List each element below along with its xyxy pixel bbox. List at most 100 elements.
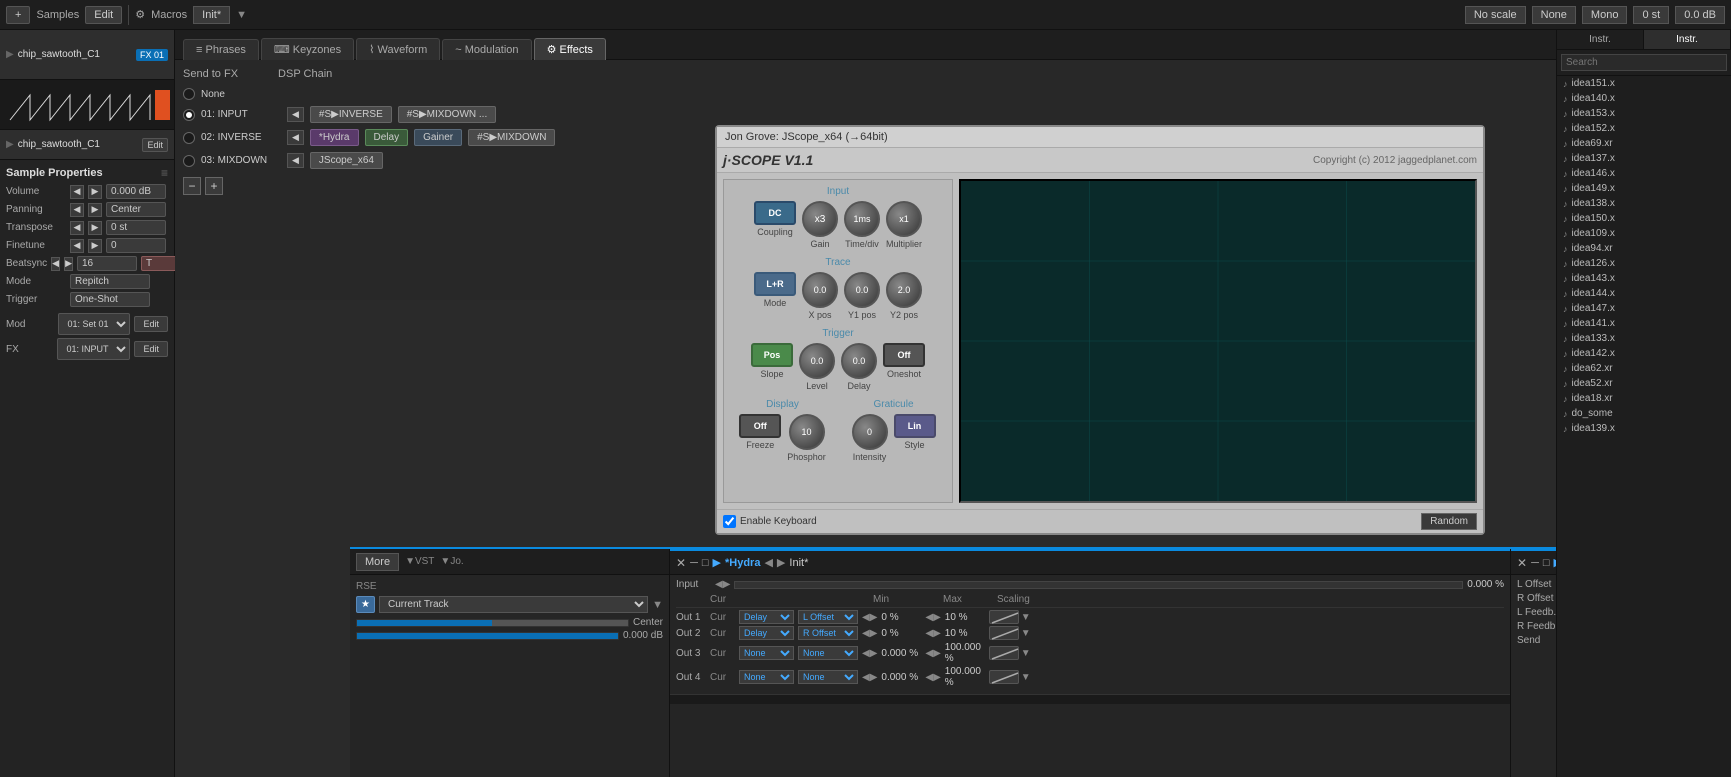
level-knob[interactable]: 0.0 <box>799 343 835 379</box>
target-select[interactable]: L Offset <box>798 610 858 624</box>
file-list-item[interactable]: ♪idea69.xr <box>1557 136 1731 151</box>
edit-btn[interactable]: Edit <box>85 6 122 24</box>
panning-value[interactable]: Center <box>106 202 166 217</box>
track-item[interactable]: ▶ chip_sawtooth_C1 FX 01 <box>0 30 174 80</box>
arr[interactable]: ◀▶ <box>862 612 877 623</box>
mod-select[interactable]: None <box>739 646 794 660</box>
radio-input[interactable] <box>183 109 195 121</box>
intensity-knob[interactable]: 0 <box>852 414 888 450</box>
pan-down-btn[interactable]: ◀ <box>70 203 84 217</box>
mod-edit-btn[interactable]: Edit <box>134 316 168 332</box>
hydra-close-btn[interactable]: ✕ <box>676 556 686 570</box>
inverse-tag-1[interactable]: #S▶INVERSE <box>310 106 392 123</box>
route-mixdown-arrow[interactable]: ◀ <box>287 153 304 168</box>
pan-up-btn[interactable]: ▶ <box>88 203 102 217</box>
finetune-down-btn[interactable]: ◀ <box>70 239 84 253</box>
mixdown-tag-1[interactable]: #S▶MIXDOWN ... <box>398 106 496 123</box>
enable-keyboard-input[interactable] <box>723 515 736 528</box>
volume-down-btn[interactable]: ◀ <box>70 185 84 199</box>
route-inverse-arrow[interactable]: ◀ <box>287 130 304 145</box>
tab-effects[interactable]: ⚙ Effects <box>534 38 606 60</box>
file-list-item[interactable]: ♪idea144.x <box>1557 286 1731 301</box>
file-list-item[interactable]: ♪do_some <box>1557 406 1731 421</box>
mod-select[interactable]: Delay <box>739 610 794 624</box>
route-input-arrow[interactable]: ◀ <box>287 107 304 122</box>
coupling-btn[interactable]: DC <box>754 201 796 225</box>
xpos-knob[interactable]: 0.0 <box>802 272 838 308</box>
file-list-item[interactable]: ♪idea94.xr <box>1557 241 1731 256</box>
gain-knob[interactable]: x3 <box>802 201 838 237</box>
hydra-plugin-btn[interactable]: *Hydra <box>310 129 359 146</box>
hydra-input-arrows[interactable]: ◀▶ <box>715 579 730 590</box>
mod-select[interactable]: Delay <box>739 626 794 640</box>
file-list-item[interactable]: ♪idea109.x <box>1557 226 1731 241</box>
gainer-plugin-btn[interactable]: Gainer <box>414 129 462 146</box>
volume-up-btn[interactable]: ▶ <box>88 185 102 199</box>
style-btn[interactable]: Lin <box>894 414 936 438</box>
hydra-nav-right[interactable]: ▶ <box>777 556 785 569</box>
file-list-item[interactable]: ♪idea146.x <box>1557 166 1731 181</box>
file-list-item[interactable]: ♪idea153.x <box>1557 106 1731 121</box>
hydra-minimize[interactable]: ─ <box>690 557 698 569</box>
y1pos-knob[interactable]: 0.0 <box>844 272 880 308</box>
arr[interactable]: ◀▶ <box>862 648 877 659</box>
file-list-item[interactable]: ♪idea139.x <box>1557 421 1731 436</box>
file-list-item[interactable]: ♪idea142.x <box>1557 346 1731 361</box>
tab-keyzones[interactable]: ⌨ Keyzones <box>261 38 354 60</box>
transpose-up-btn[interactable]: ▶ <box>88 221 102 235</box>
current-track-select[interactable]: Current Track <box>379 596 648 613</box>
target-select[interactable]: None <box>798 646 858 660</box>
hydra-maximize[interactable]: □ <box>702 557 709 569</box>
delay-maximize[interactable]: □ <box>1543 557 1550 569</box>
scaling-arrow[interactable]: ▼ <box>1021 612 1031 623</box>
file-list-item[interactable]: ♪idea143.x <box>1557 271 1731 286</box>
right-tab-instr[interactable]: Instr. <box>1557 30 1644 49</box>
scaling-arrow[interactable]: ▼ <box>1021 648 1031 659</box>
multiplier-knob[interactable]: x1 <box>886 201 922 237</box>
target-select[interactable]: R Offset <box>798 626 858 640</box>
transpose-down-btn[interactable]: ◀ <box>70 221 84 235</box>
file-list-item[interactable]: ♪idea147.x <box>1557 301 1731 316</box>
random-btn[interactable]: Random <box>1421 513 1477 530</box>
scaling-arrow[interactable]: ▼ <box>1021 628 1031 639</box>
right-search-input[interactable] <box>1561 54 1727 71</box>
fx-edit-btn[interactable]: Edit <box>134 341 168 357</box>
finetune-up-btn[interactable]: ▶ <box>88 239 102 253</box>
timediv-knob[interactable]: 1ms <box>844 201 880 237</box>
beatsync-down-btn[interactable]: ◀ <box>51 257 60 271</box>
file-list-item[interactable]: ♪idea52.xr <box>1557 376 1731 391</box>
enable-keyboard-checkbox[interactable]: Enable Keyboard <box>723 515 817 528</box>
file-list-item[interactable]: ♪idea140.x <box>1557 91 1731 106</box>
file-list-item[interactable]: ♪idea150.x <box>1557 211 1731 226</box>
file-list-item[interactable]: ♪idea133.x <box>1557 331 1731 346</box>
trigger-value[interactable]: One-Shot <box>70 292 150 307</box>
arr[interactable]: ◀▶ <box>862 628 877 639</box>
init-dropdown[interactable]: Init* <box>193 6 230 24</box>
beatsync-up-btn[interactable]: ▶ <box>64 257 73 271</box>
edit-track-btn[interactable]: Edit <box>142 138 168 152</box>
oneshot-btn[interactable]: Off <box>883 343 925 367</box>
file-list-item[interactable]: ♪idea137.x <box>1557 151 1731 166</box>
delay-plugin-btn[interactable]: Delay <box>365 129 409 146</box>
tab-modulation[interactable]: ~ Modulation <box>442 39 531 60</box>
hydra-preset[interactable]: Init* <box>789 557 808 569</box>
add-route-btn[interactable]: + <box>205 177 223 195</box>
phosphor-knob[interactable]: 10 <box>789 414 825 450</box>
arr2[interactable]: ◀▶ <box>925 628 940 639</box>
radio-mixdown[interactable] <box>183 155 195 167</box>
file-list-item[interactable]: ♪idea151.x <box>1557 76 1731 91</box>
mode-btn[interactable]: L+R <box>754 272 796 296</box>
hydra-nav-left[interactable]: ◀ <box>764 556 772 569</box>
scaling-arrow[interactable]: ▼ <box>1021 672 1031 683</box>
arr2[interactable]: ◀▶ <box>925 672 940 683</box>
finetune-value[interactable]: 0 <box>106 238 166 253</box>
mixdown-tag-2[interactable]: #S▶MIXDOWN <box>468 129 555 146</box>
tab-waveform[interactable]: ⌇ Waveform <box>356 38 440 60</box>
freeze-btn[interactable]: Off <box>739 414 781 438</box>
file-list-item[interactable]: ♪idea138.x <box>1557 196 1731 211</box>
arr2[interactable]: ◀▶ <box>925 612 940 623</box>
hydra-play-btn[interactable]: ▶ <box>713 556 721 569</box>
arr2[interactable]: ◀▶ <box>925 648 940 659</box>
volume-value[interactable]: 0.000 dB <box>106 184 166 199</box>
mod-select[interactable]: None <box>739 670 794 684</box>
